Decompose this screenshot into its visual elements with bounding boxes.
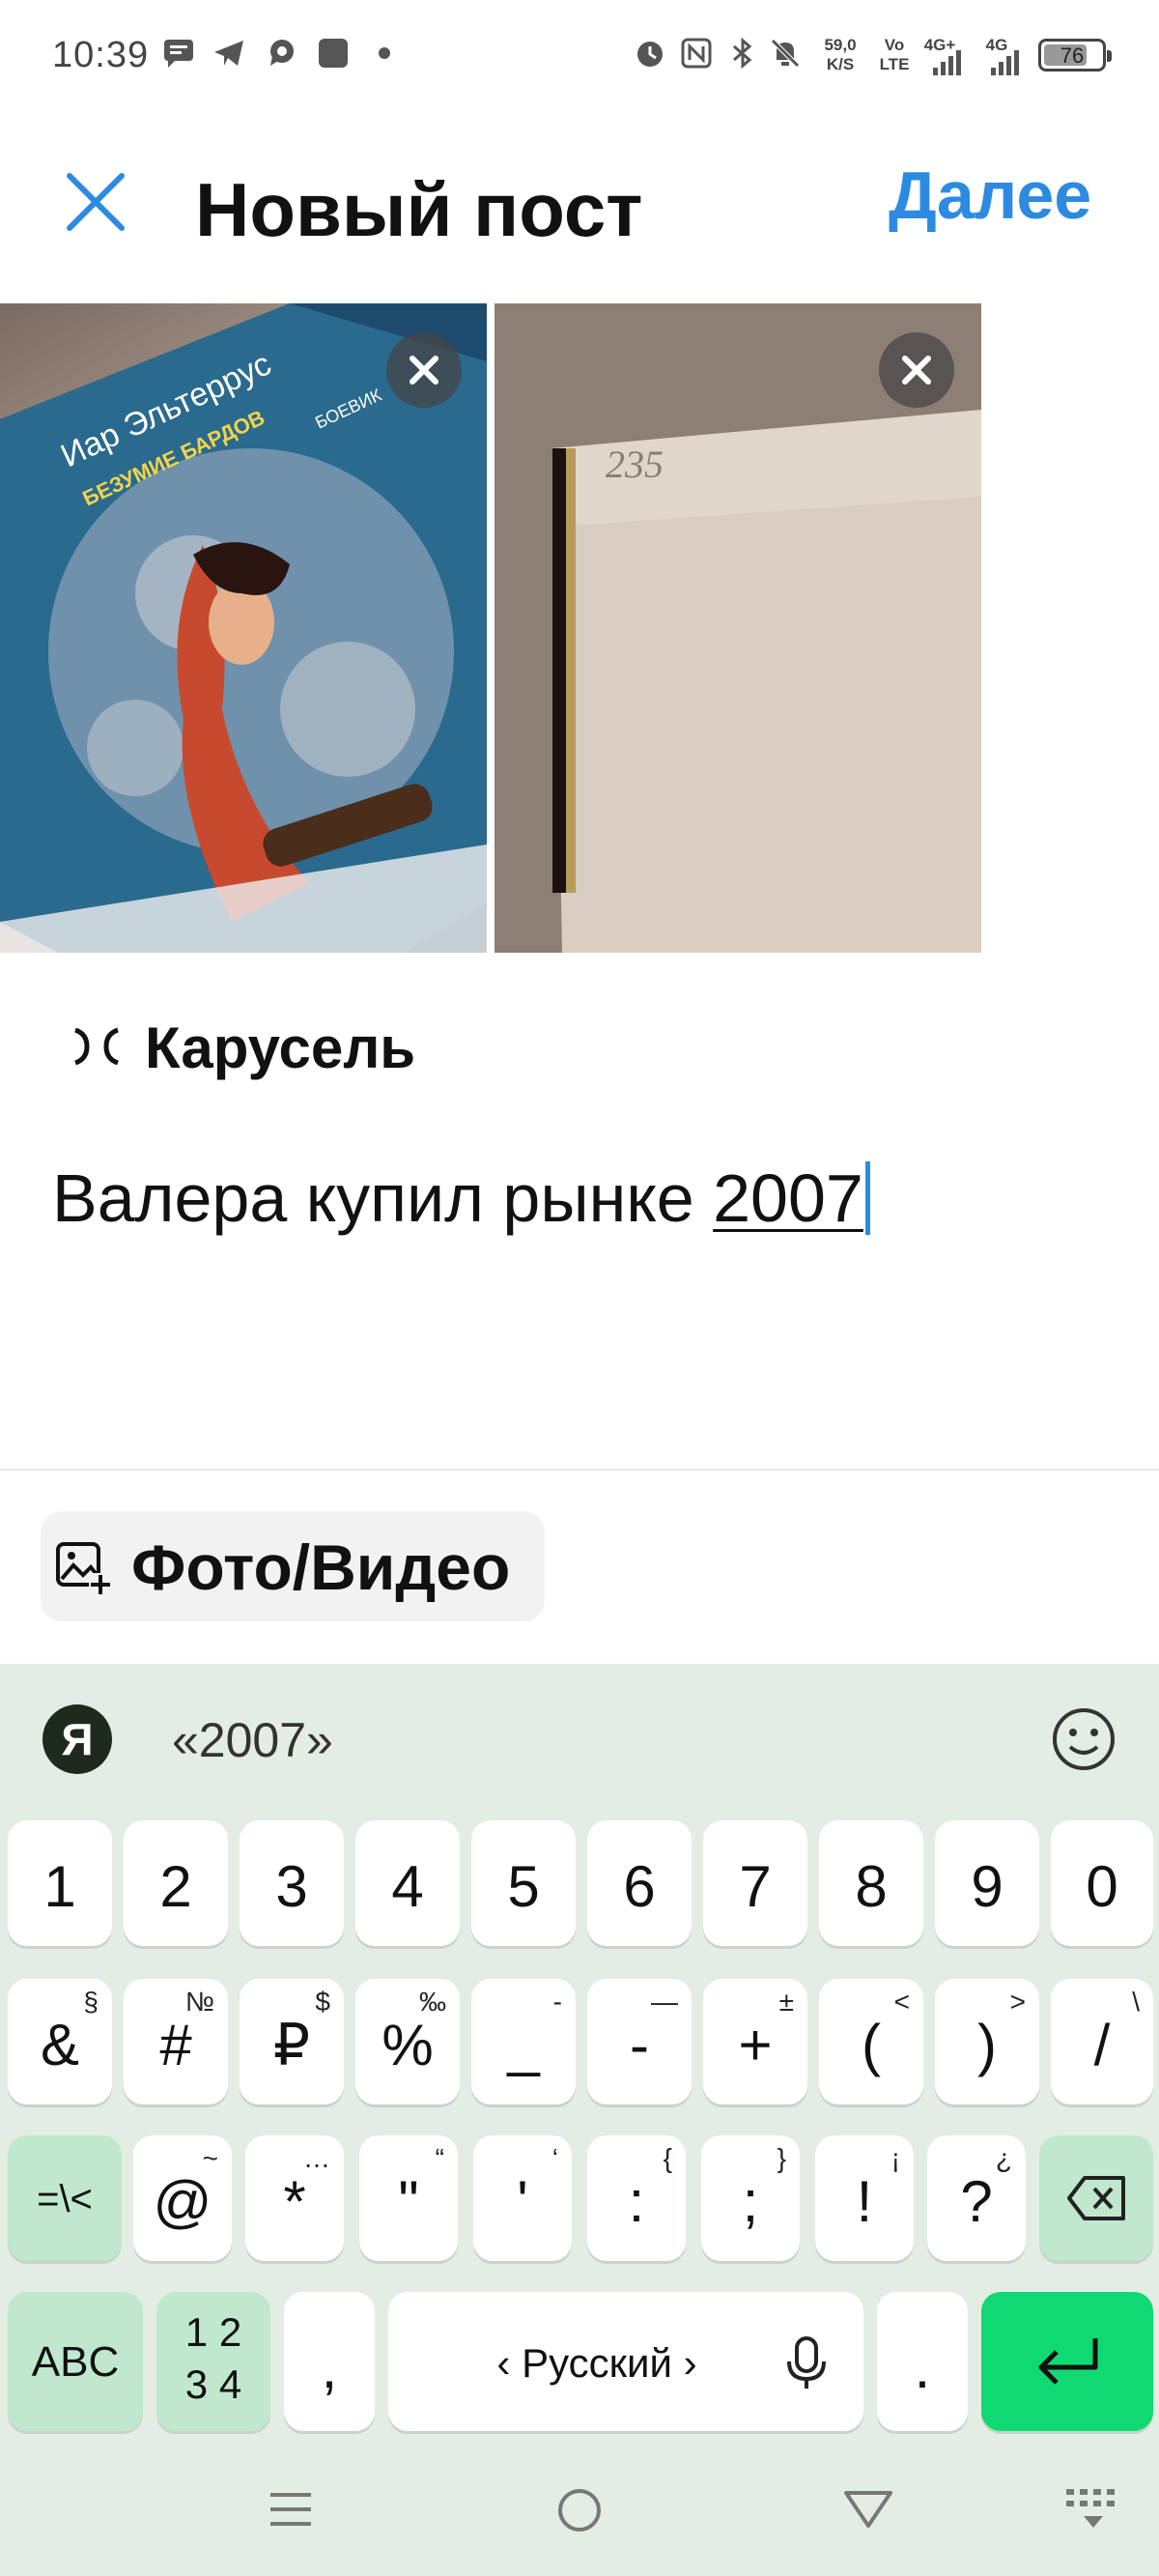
add-photo-video-label: Фото/Видео: [131, 1531, 511, 1603]
emoji-icon[interactable]: [1049, 1704, 1118, 1774]
battery-icon: 76: [1038, 39, 1112, 72]
enter-icon: [1038, 2338, 1098, 2385]
suggestion-chip[interactable]: «2007»: [172, 1712, 333, 1768]
bluetooth-icon: [733, 37, 752, 70]
key-7[interactable]: 7: [703, 1820, 807, 1946]
key-hyphen[interactable]: - —: [587, 1979, 692, 2104]
key-double-quote[interactable]: " “: [359, 2135, 458, 2261]
key-at[interactable]: @ ~: [133, 2135, 232, 2261]
remove-photo-1-button[interactable]: [386, 332, 462, 408]
back-icon[interactable]: [842, 2487, 894, 2532]
page-number: 235: [606, 443, 664, 486]
key-0[interactable]: 0: [1051, 1820, 1153, 1946]
nav-bar: [0, 2454, 1159, 2576]
remove-photo-2-button[interactable]: [879, 332, 954, 408]
volte-bottom: LTE: [879, 55, 910, 73]
key-backspace[interactable]: [1039, 2135, 1153, 2261]
close-icon: [410, 356, 438, 385]
menu-icon[interactable]: [267, 2485, 315, 2533]
key-6[interactable]: 6: [587, 1820, 692, 1946]
key-symbols-toggle[interactable]: =\<: [8, 2135, 122, 2261]
key-8[interactable]: 8: [819, 1820, 923, 1946]
mute-icon: [771, 39, 800, 68]
divider: [0, 1469, 1159, 1471]
key-close-paren[interactable]: ) >: [935, 1979, 1039, 2104]
key-asterisk[interactable]: *…: [245, 2135, 344, 2261]
keyboard-switch-icon[interactable]: [1064, 2487, 1122, 2532]
key-numbers[interactable]: 1 2 3 4: [156, 2292, 270, 2431]
key-question[interactable]: ? ¿: [927, 2135, 1026, 2261]
next-button[interactable]: Далее: [889, 157, 1091, 234]
key-open-paren[interactable]: (<: [819, 1979, 923, 2104]
caption-input[interactable]: Валера купил рынке 2007: [52, 1159, 870, 1237]
close-icon[interactable]: [58, 164, 135, 242]
key-enter[interactable]: [981, 2292, 1153, 2431]
key-colon[interactable]: :{: [587, 2135, 686, 2261]
add-photo-icon: [56, 1542, 112, 1596]
signal-icon-2: [991, 50, 1019, 75]
caption-text: Валера купил рынке: [52, 1160, 714, 1236]
close-icon: [902, 356, 931, 385]
page-title: Новый пост: [195, 167, 643, 252]
key-ampersand[interactable]: & §: [8, 1979, 112, 2104]
backspace-icon: [1067, 2176, 1125, 2220]
key-percent[interactable]: % ‰: [355, 1979, 460, 2104]
key-1[interactable]: 1: [8, 1820, 112, 1946]
home-icon[interactable]: [554, 2485, 605, 2535]
app-square-icon: [319, 39, 348, 68]
message-icon: [164, 40, 193, 68]
status-bar: 10:39 59,0 K/S Vo LTE 4G+ 4G 76: [0, 0, 1159, 116]
key-underscore[interactable]: _ -: [471, 1979, 576, 2104]
carousel-icon: [74, 1027, 119, 1066]
dot-icon: [379, 47, 390, 59]
key-exclamation[interactable]: ! ¡: [815, 2135, 914, 2261]
battery-level: 76: [1060, 43, 1085, 68]
key-comma[interactable]: ,: [284, 2292, 375, 2431]
alarm-icon: [637, 42, 663, 67]
key-2[interactable]: 2: [124, 1820, 228, 1946]
key-single-quote[interactable]: ' ‘: [473, 2135, 572, 2261]
key-4[interactable]: 4: [355, 1820, 460, 1946]
yandex-logo-icon[interactable]: Я: [42, 1704, 112, 1774]
chat-bubble-icon: [270, 40, 294, 66]
carousel-label[interactable]: Карусель: [145, 1015, 415, 1081]
key-9[interactable]: 9: [935, 1820, 1039, 1946]
speed-value: 59,0: [824, 36, 857, 54]
volte-top: Vo: [884, 36, 905, 54]
key-space[interactable]: ‹ Русский ›: [388, 2292, 863, 2431]
key-slash[interactable]: / \: [1051, 1979, 1153, 2104]
key-hash[interactable]: # №: [124, 1979, 228, 2104]
key-5[interactable]: 5: [471, 1820, 576, 1946]
speed-unit: K/S: [826, 55, 855, 73]
key-semicolon[interactable]: ;}: [701, 2135, 800, 2261]
microphone-icon[interactable]: [782, 2334, 831, 2392]
signal-icon: [933, 50, 961, 75]
key-plus[interactable]: + ±: [703, 1979, 807, 2104]
key-abc[interactable]: ABC: [8, 2292, 143, 2431]
nfc-icon: [681, 38, 712, 69]
key-ruble[interactable]: ₽ $: [240, 1979, 344, 2104]
status-time: 10:39: [52, 35, 150, 75]
text-cursor: [864, 1161, 870, 1235]
key-3[interactable]: 3: [240, 1820, 344, 1946]
telegram-icon: [214, 41, 243, 66]
key-period[interactable]: .: [877, 2292, 968, 2431]
keyboard: [0, 1664, 1159, 2576]
caption-composing-word: 2007: [713, 1160, 863, 1236]
